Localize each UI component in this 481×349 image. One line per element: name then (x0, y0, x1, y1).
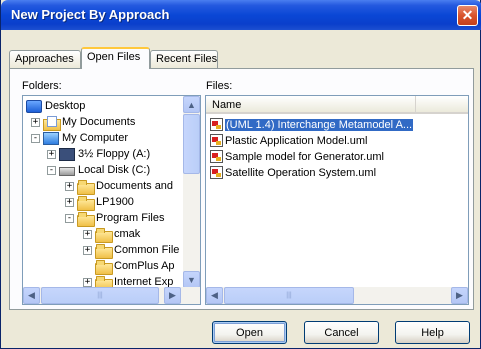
tab-open-files[interactable]: Open Files (81, 47, 150, 69)
scroll-up-button[interactable]: ▲ (183, 96, 200, 113)
help-button[interactable]: Help (395, 321, 470, 344)
open-button[interactable]: Open (212, 321, 287, 344)
folder-icon (77, 195, 95, 211)
grip-icon: ||| (97, 292, 103, 299)
tree-item-label: Local Disk (C:) (78, 164, 151, 176)
folder-icon (77, 211, 95, 227)
tree-item-label: My Computer (62, 132, 129, 144)
file-list[interactable]: Name (UML 1.4) Interchange Metamodel A..… (205, 95, 469, 305)
folder-icon (95, 243, 113, 259)
scroll-thumb[interactable]: ||| (224, 287, 354, 304)
grip-icon: ||| (286, 292, 292, 299)
tree-item-label: Documents and (96, 180, 174, 192)
expand-icon[interactable]: + (65, 197, 74, 207)
folders-label: Folders: (22, 80, 62, 92)
tree-item-documents-and[interactable]: + Documents and (65, 178, 174, 195)
scroll-left-button[interactable]: ◀ (206, 287, 223, 304)
files-horizontal-scrollbar[interactable]: ◀ ||| ▶ (206, 287, 468, 304)
tab-label: Open Files (87, 51, 141, 63)
tree-item-my-computer[interactable]: - My Computer (31, 130, 128, 146)
tree-item-complus[interactable]: ComPlus Ap (95, 258, 175, 275)
desktop-icon (26, 99, 42, 113)
file-name: Satellite Operation System.uml (225, 166, 377, 179)
tree-item-label: cmak (114, 228, 141, 240)
expand-icon[interactable]: + (47, 149, 56, 159)
tab-recent-files[interactable]: Recent Files (150, 50, 218, 68)
tree-item-desktop[interactable]: Desktop (26, 98, 85, 114)
tree-item-lp1900[interactable]: + LP1900 (65, 194, 134, 211)
tree-vertical-scrollbar[interactable]: ▲ ▼ (183, 96, 200, 288)
tree-item-common-files[interactable]: + Common File (83, 242, 180, 259)
open-button-label: Open (236, 326, 263, 339)
folder-icon (95, 259, 113, 275)
window-title: New Project By Approach (11, 7, 170, 22)
column-header-empty (416, 96, 468, 114)
cancel-button-label: Cancel (324, 326, 359, 339)
title-bar[interactable]: New Project By Approach ✕ (1, 0, 481, 30)
arrow-left-icon: ◀ (211, 290, 218, 300)
tree-item-label: Program Files (96, 212, 165, 224)
tree-item-label: Common File (114, 244, 180, 256)
tree-item-label: My Documents (62, 116, 136, 128)
tab-approaches[interactable]: Approaches (9, 50, 81, 68)
scroll-thumb[interactable]: ||| (41, 287, 159, 304)
uml-file-icon (210, 134, 223, 147)
close-icon: ✕ (461, 7, 474, 23)
my-computer-icon (43, 131, 59, 145)
arrow-down-icon: ▼ (187, 274, 196, 285)
tree-horizontal-scrollbar[interactable]: ◀ ||| ▶ (23, 287, 200, 304)
new-project-dialog: New Project By Approach ✕ Approaches Ope… (0, 0, 481, 349)
tree-item-label: LP1900 (96, 196, 134, 208)
collapse-icon[interactable]: - (31, 133, 40, 143)
folder-icon (95, 227, 113, 243)
file-row[interactable]: Plastic Application Model.uml (210, 133, 367, 148)
file-name: Plastic Application Model.uml (225, 134, 368, 147)
arrow-right-icon: ▶ (456, 290, 463, 300)
scroll-down-button[interactable]: ▼ (183, 271, 200, 288)
files-label: Files: (206, 80, 233, 92)
scroll-right-button[interactable]: ▶ (164, 287, 181, 304)
uml-file-icon (210, 118, 223, 131)
uml-file-icon (210, 166, 223, 179)
tree-item-floppy[interactable]: + 3½ Floppy (A:) (47, 146, 150, 162)
tree-item-cmak[interactable]: + cmak (83, 226, 141, 243)
tree-item-local-disk[interactable]: - Local Disk (C:) (47, 162, 150, 178)
file-row[interactable]: Satellite Operation System.uml (210, 165, 376, 180)
file-row[interactable]: (UML 1.4) Interchange Metamodel A... (210, 117, 414, 132)
disk-icon (59, 167, 75, 176)
floppy-icon (59, 147, 75, 161)
close-button[interactable]: ✕ (457, 5, 478, 26)
tree-item-program-files[interactable]: - Program Files (65, 210, 165, 227)
tree-item-label: 3½ Floppy (A:) (78, 148, 151, 160)
expand-icon[interactable]: + (31, 117, 40, 127)
arrow-left-icon: ◀ (28, 290, 35, 300)
column-header-label: Name (212, 99, 242, 111)
collapse-icon[interactable]: - (47, 165, 56, 175)
help-button-label: Help (421, 326, 444, 339)
cancel-button[interactable]: Cancel (304, 321, 379, 344)
uml-file-icon (210, 150, 223, 163)
expand-icon[interactable]: + (65, 181, 74, 191)
collapse-icon[interactable]: - (65, 213, 74, 223)
file-row[interactable]: Sample model for Generator.uml (210, 149, 384, 164)
folder-icon (77, 179, 95, 195)
tree-item-label: Desktop (45, 100, 86, 112)
file-name: Sample model for Generator.uml (225, 150, 384, 163)
column-header-name[interactable]: Name (206, 96, 416, 114)
scroll-left-button[interactable]: ◀ (23, 287, 40, 304)
tab-label: Approaches (15, 53, 74, 65)
scroll-right-button[interactable]: ▶ (451, 287, 468, 304)
arrow-right-icon: ▶ (169, 290, 176, 300)
arrow-up-icon: ▲ (187, 99, 196, 110)
expand-icon[interactable]: + (83, 229, 92, 239)
expand-icon[interactable]: + (83, 245, 92, 255)
tree-item-label: ComPlus Ap (114, 260, 175, 272)
my-documents-icon (43, 115, 61, 131)
scroll-thumb[interactable] (183, 114, 200, 174)
folder-tree[interactable]: Desktop + My Documents - My Computer + 3… (22, 95, 201, 305)
file-name: (UML 1.4) Interchange Metamodel A... (225, 118, 414, 131)
tree-item-my-documents[interactable]: + My Documents (31, 114, 136, 131)
expand-icon[interactable]: + (83, 277, 92, 287)
tab-label: Recent Files (156, 53, 218, 65)
